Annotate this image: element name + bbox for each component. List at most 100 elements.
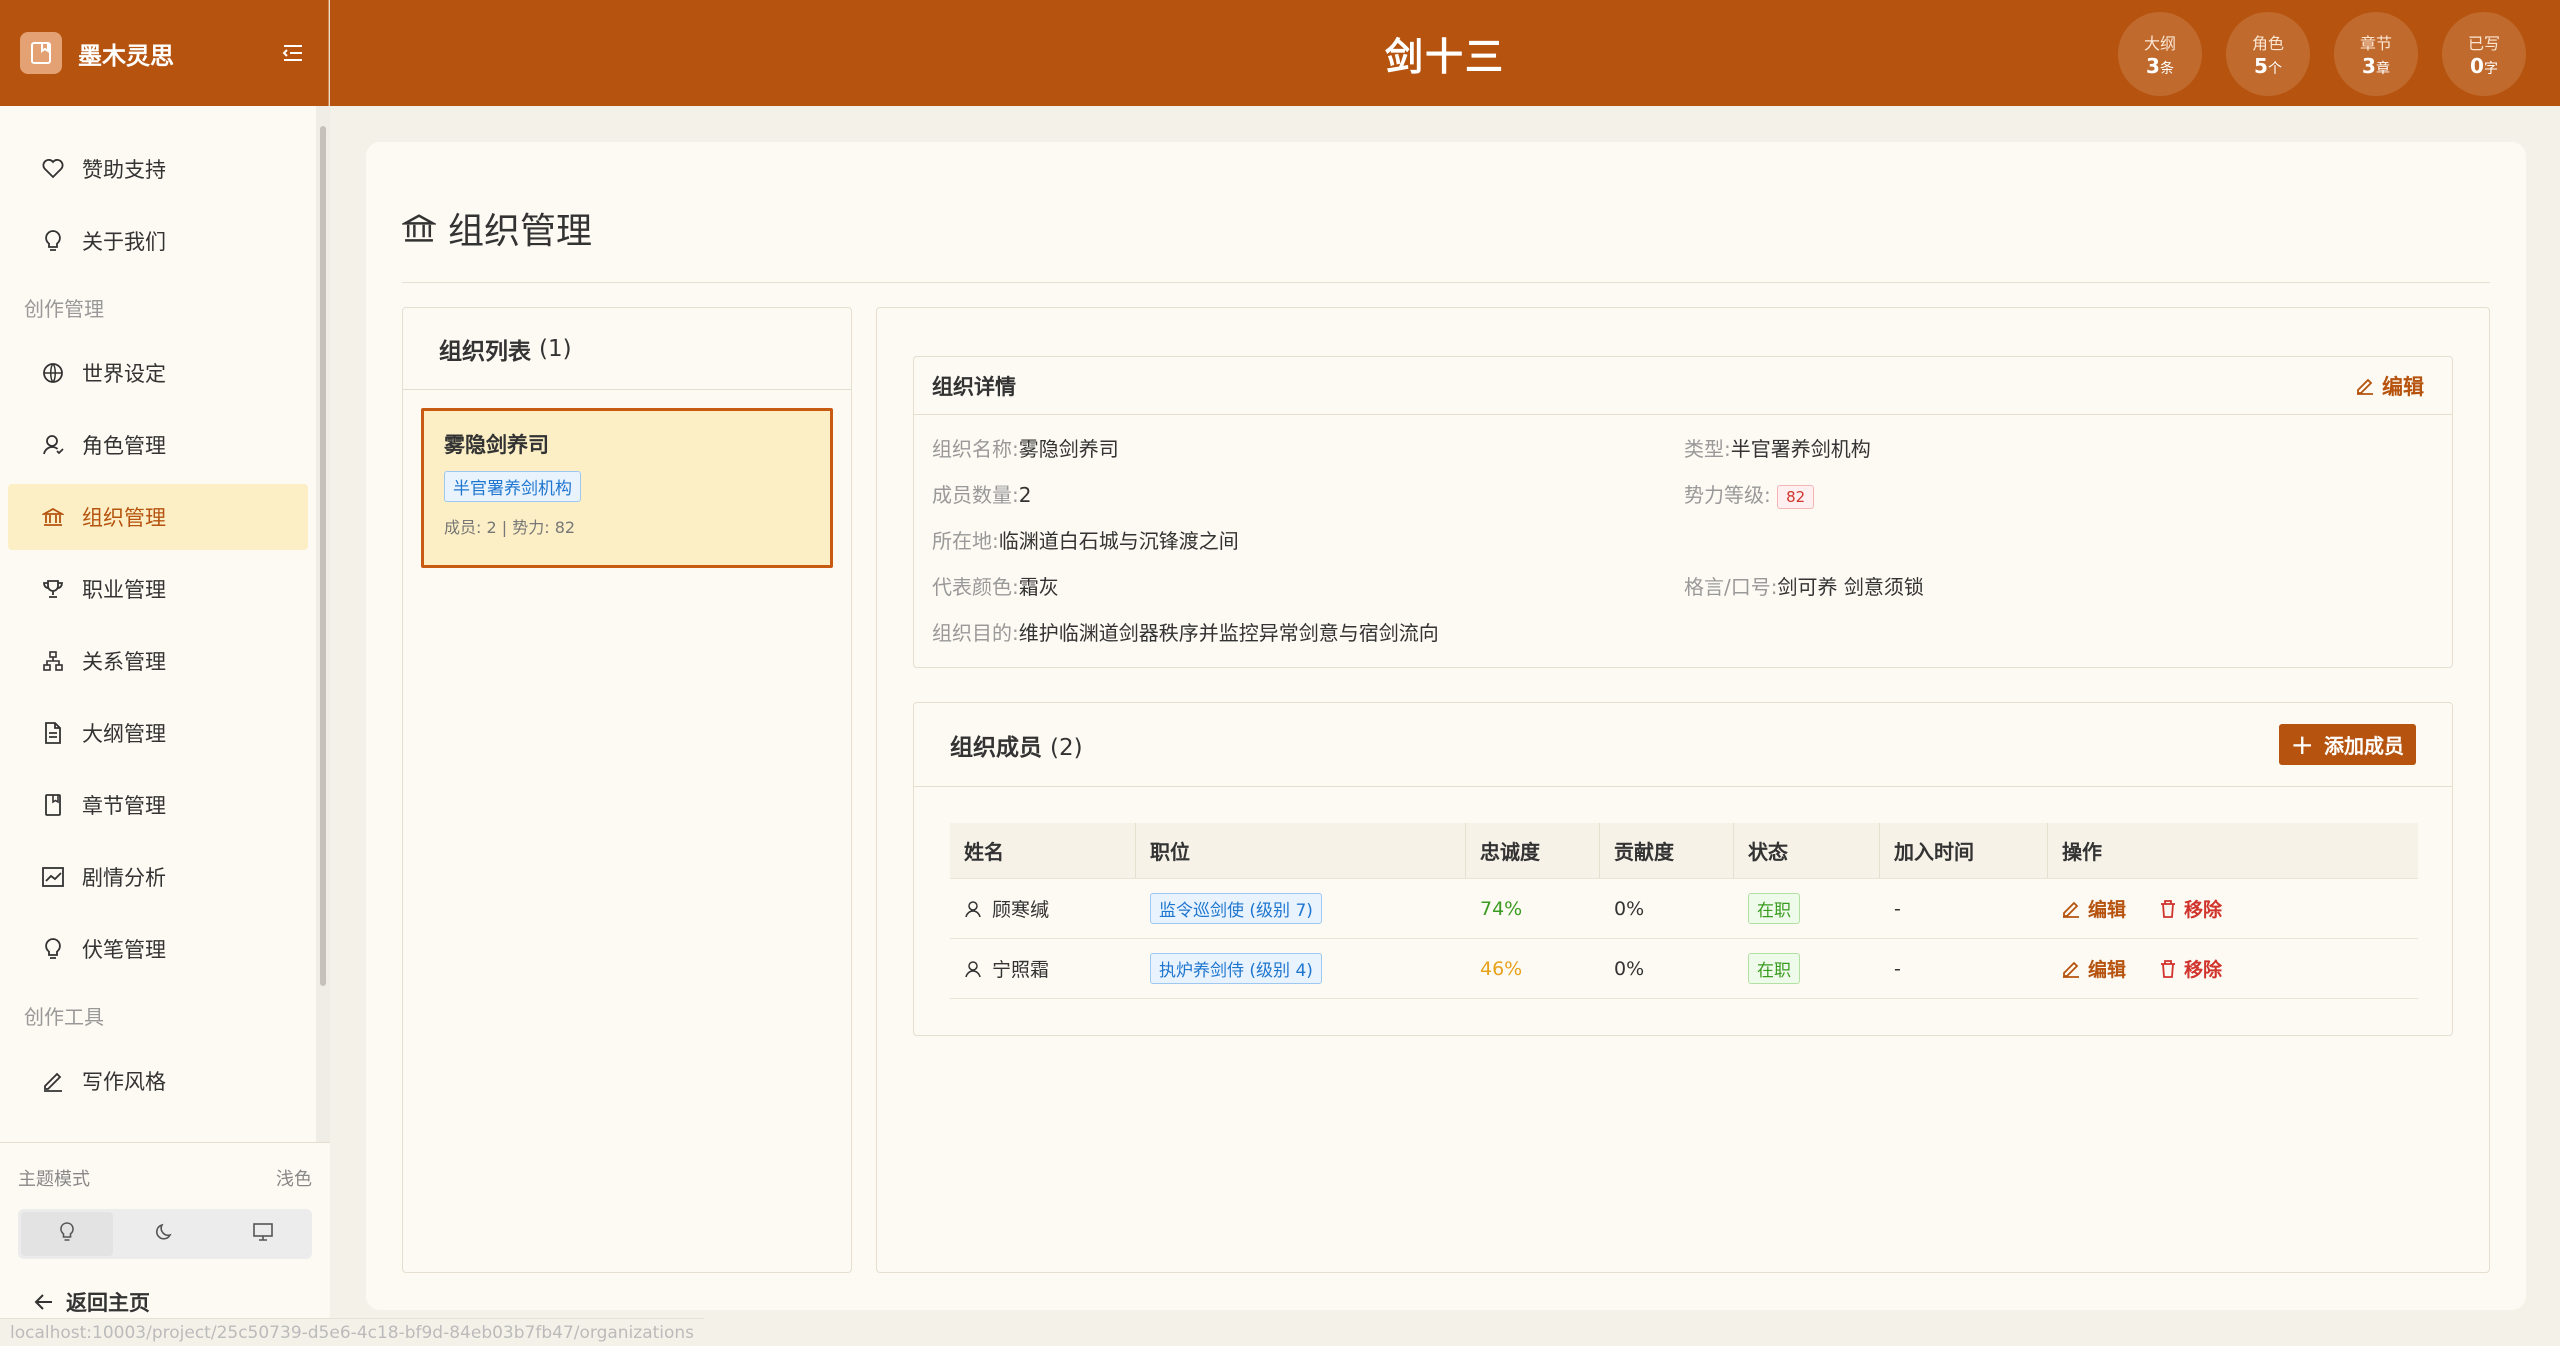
org-list-header: 组织列表 (1) [403,308,851,390]
sidebar-item-label: 赞助支持 [82,158,166,182]
main-content: 组织管理 组织列表 (1) 雾隐剑养司 半官署养剑机构 成员: 2 | 势力: … [366,142,2526,1310]
section-label-tools: 创作工具 [24,1004,104,1029]
pen-icon [40,1068,66,1094]
stat-label: 大纲 [2143,34,2176,53]
org-list-title: 组织列表 [439,338,531,365]
org-detail-header: 组织详情 编辑 [914,357,2452,415]
page-title-text: 组织管理 [448,211,593,252]
org-list-panel: 组织列表 (1) 雾隐剑养司 半官署养剑机构 成员: 2 | 势力: 82 [402,307,852,1273]
sidebar-item-label: 世界设定 [82,362,166,386]
org-detail-card: 组织详情 编辑 组织名称:雾隐剑养司 类型:半官署养剑机构 成员数量:2 势力等… [913,356,2453,668]
globe-icon [40,360,66,386]
field-org-name: 组织名称:雾隐剑养司 [932,437,1119,461]
member-name-cell: 宁照霜 [950,939,1136,998]
members-table: 姓名 职位 忠诚度 贡献度 状态 加入时间 操作 顾寒缄 监令巡剑使 (级别 7… [950,823,2418,999]
edit-icon [2062,900,2080,918]
light-bulb-icon [59,1221,75,1247]
sidebar-item-foreshadowing[interactable]: 伏笔管理 [8,916,308,982]
sidebar-item-about[interactable]: 关于我们 [8,208,308,274]
theme-switcher [18,1209,312,1259]
plus-icon: + [2290,727,2314,761]
member-name: 宁照霜 [992,959,1050,981]
sidebar-item-relations[interactable]: 关系管理 [8,628,308,694]
stat-value: 0 [2470,54,2484,78]
member-name: 顾寒缄 [992,899,1050,921]
stat-label: 章节 [2359,34,2392,53]
col-header: 忠诚度 [1466,823,1600,878]
contribution-value: 0% [1614,897,1645,920]
remove-member-button[interactable]: 移除 [2160,955,2222,982]
trash-icon [2160,959,2176,978]
brand-name: 墨木灵思 [78,41,174,70]
heart-icon [40,156,66,182]
sidebar-scrollbar[interactable] [316,106,330,1142]
sidebar-item-outline[interactable]: 大纲管理 [8,700,308,766]
org-members-count: (2) [1050,734,1083,761]
stat-unit: 字 [2483,61,2498,77]
sidebar-menu: 赞助支持 关于我们 创作管理 世界设定 角色管理 组织管理 职业管理 关系管理 [0,106,316,1142]
sidebar-item-characters[interactable]: 角色管理 [8,412,308,478]
sidebar-header: 墨木灵思 [0,0,329,106]
scrollbar-thumb[interactable] [320,126,326,986]
col-header: 操作 [2062,840,2102,864]
lightbulb-icon [40,228,66,254]
sidebar-item-writing-style[interactable]: 写作风格 [8,1048,308,1114]
field-location: 所在地:临渊道白石城与沉锋渡之间 [932,529,1239,553]
page-title: 组织管理 [402,202,592,254]
col-header: 姓名 [950,823,1136,878]
org-list-count: (1) [539,335,572,362]
position-tag: 监令巡剑使 (级别 7) [1150,893,1322,924]
stat-characters: 角色 5个 [2226,12,2310,96]
divider [402,282,2490,283]
back-home-button[interactable]: 返回主页 [0,1287,330,1317]
contribution-value: 0% [1614,957,1645,980]
edit-member-button[interactable]: 编辑 [2062,955,2126,982]
org-members-header: 组织成员 (2) + 添加成员 [914,703,2452,787]
status-badge: 在职 [1748,893,1800,924]
sidebar-item-label: 章节管理 [82,794,166,818]
section-label-create: 创作管理 [24,296,104,321]
bank-icon [40,504,66,530]
stat-value: 3 [2362,54,2376,78]
power-level-tag: 82 [1777,484,1815,509]
stat-unit: 个 [2267,61,2282,77]
collapse-menu-icon[interactable] [278,38,308,68]
edit-member-button[interactable]: 编辑 [2062,895,2126,922]
remove-member-button[interactable]: 移除 [2160,895,2222,922]
org-name: 雾隐剑养司 [444,433,549,457]
sidebar-item-chapters[interactable]: 章节管理 [8,772,308,838]
loyalty-value: 46% [1480,957,1523,980]
system-theme-button[interactable] [217,1212,309,1256]
user-icon [40,432,66,458]
field-motto: 格言/口号:剑可养 剑意须锁 [1684,575,1924,599]
stat-unit: 条 [2159,61,2174,77]
sidebar-item-sponsor[interactable]: 赞助支持 [8,136,308,202]
loyalty-value: 74% [1480,897,1523,920]
sidebar: 墨木灵思 赞助支持 关于我们 创作管理 世界设定 角色管理 组织管理 职业管理 … [0,0,330,1346]
edit-label: 编辑 [2382,374,2424,399]
sidebar-item-organizations[interactable]: 组织管理 [8,484,308,550]
table-header: 姓名 职位 忠诚度 贡献度 状态 加入时间 操作 [950,823,2418,879]
book-logo-icon [20,32,62,74]
org-members-card: 组织成员 (2) + 添加成员 姓名 职位 忠诚度 贡献度 状态 加入时间 操作 [913,702,2453,1036]
col-header: 职位 [1136,823,1466,878]
document-icon [40,720,66,746]
join-time: - [1894,957,1901,980]
top-bar: 剑十三 大纲 3条 角色 5个 章节 3章 已写 0字 [330,0,2560,106]
stat-chapters: 章节 3章 [2334,12,2418,96]
sidebar-item-world[interactable]: 世界设定 [8,340,308,406]
position-tag: 执炉养剑侍 (级别 4) [1150,953,1322,984]
sidebar-item-label: 组织管理 [82,506,166,530]
add-member-button[interactable]: + 添加成员 [2278,724,2416,765]
sidebar-item-professions[interactable]: 职业管理 [8,556,308,622]
org-detail-title: 组织详情 [932,374,1016,399]
org-list-item[interactable]: 雾隐剑养司 半官署养剑机构 成员: 2 | 势力: 82 [421,408,833,568]
edit-org-button[interactable]: 编辑 [2356,371,2424,401]
edit-icon [2062,960,2080,978]
light-theme-button[interactable] [21,1212,113,1256]
stat-label: 角色 [2251,34,2284,53]
stat-outline: 大纲 3条 [2118,12,2202,96]
stat-value: 5 [2254,54,2268,78]
dark-theme-button[interactable] [119,1212,211,1256]
sidebar-item-plot-analysis[interactable]: 剧情分析 [8,844,308,910]
